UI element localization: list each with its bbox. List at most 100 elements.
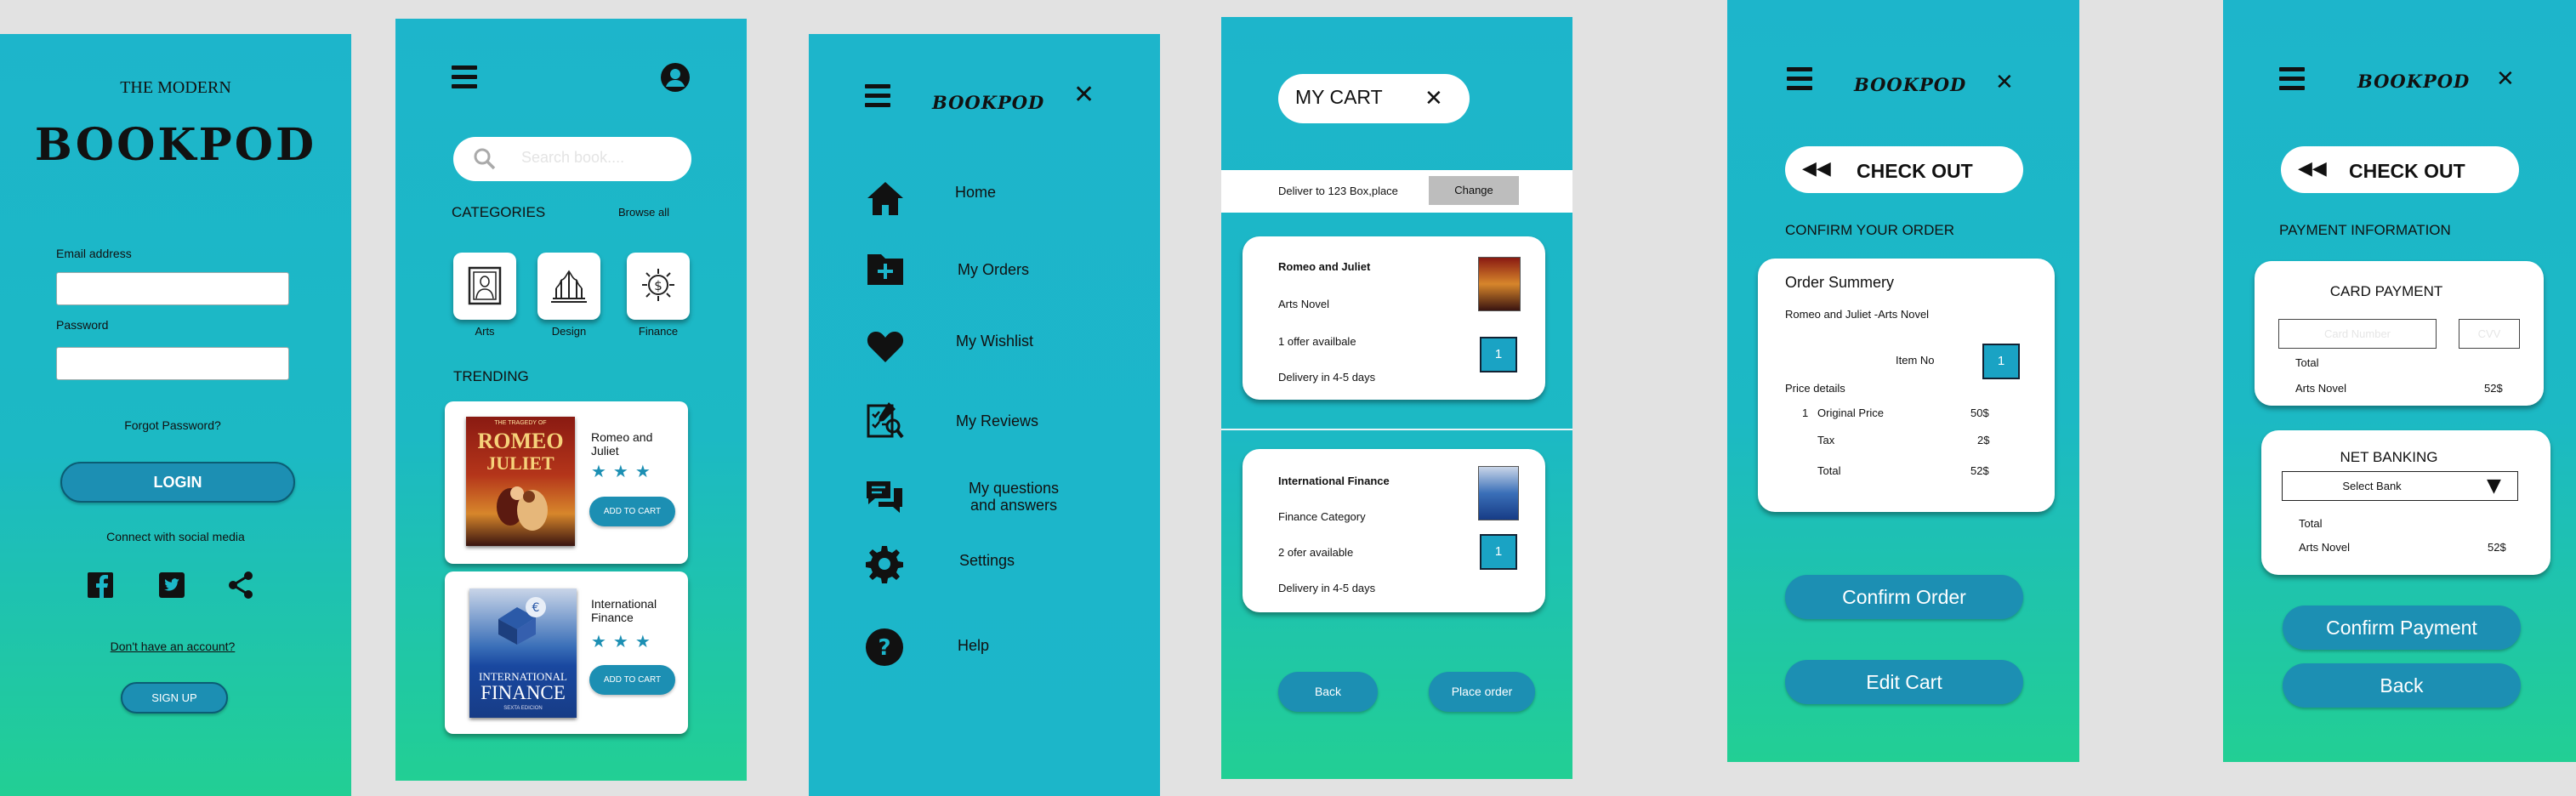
cover-title-mid: JULIET [486, 452, 554, 474]
cart-header: MY CART ✕ [1278, 74, 1470, 123]
twitter-icon[interactable] [158, 571, 185, 599]
help-icon[interactable]: ? [865, 628, 904, 667]
search-icon [472, 146, 498, 172]
signup-prompt-link[interactable]: Don't have an account? [0, 640, 345, 653]
add-to-cart-button[interactable]: ADD TO CART [589, 665, 675, 695]
select-bank-dropdown[interactable]: Select Bank ▼ [2282, 471, 2518, 501]
password-label: Password [56, 318, 109, 332]
menu-item-settings[interactable]: Settings [959, 552, 1015, 570]
email-field[interactable] [56, 272, 289, 305]
checkout-header-button[interactable]: ◀◀ CHECK OUT [1785, 146, 2023, 193]
category-design-card[interactable] [537, 253, 600, 320]
confirm-order-title: CONFIRM YOUR ORDER [1785, 222, 1954, 238]
category-finance-card[interactable]: $ [627, 253, 690, 320]
trending-title: TRENDING [453, 368, 529, 384]
cart-item-delivery: Delivery in 4-5 days [1278, 371, 1376, 384]
delivery-bar: Deliver to 123 Box,place Change [1221, 170, 1572, 213]
item-no-box[interactable]: 1 [1982, 344, 2020, 379]
card-number-placeholder: Card Number [2323, 327, 2391, 340]
trending-book-card[interactable]: € INTERNATIONAL FINANCE SEXTA EDICION In… [445, 571, 688, 734]
edit-cart-button[interactable]: Edit Cart [1785, 660, 2023, 704]
price-details-label: Price details [1785, 382, 1845, 395]
menu-item-help[interactable]: Help [958, 637, 989, 655]
net-total-label: Total [2299, 517, 2323, 530]
confirm-payment-button[interactable]: Confirm Payment [2283, 606, 2521, 650]
chat-icon[interactable] [865, 479, 904, 515]
romeo-juliet-cover[interactable]: THE TRAGEDY OF ROMEO JULIET [466, 417, 575, 546]
signup-button[interactable]: SIGN UP [121, 682, 228, 714]
chevron-down-icon: ▼ [2487, 475, 2501, 497]
divider [1221, 429, 1572, 430]
hamburger-menu-icon[interactable] [452, 65, 477, 89]
item-label: Arts Novel [2295, 382, 2346, 395]
rewind-icon: ◀◀ [2298, 158, 2327, 179]
cvv-placeholder: CVV [2477, 327, 2501, 340]
home-icon[interactable] [866, 180, 905, 216]
back-button[interactable]: Back [2283, 663, 2521, 708]
share-icon[interactable] [226, 570, 255, 600]
menu-item-my-reviews[interactable]: My Reviews [956, 412, 1038, 430]
category-finance-label: Finance [638, 325, 679, 338]
search-bar[interactable]: Search book.... [453, 137, 691, 181]
cart-item-delivery: Delivery in 4-5 days [1278, 582, 1376, 594]
place-order-button[interactable]: Place order [1429, 672, 1535, 712]
change-address-button[interactable]: Change [1429, 176, 1519, 205]
login-button[interactable]: LOGIN [60, 462, 295, 503]
gear-icon[interactable] [865, 544, 904, 583]
menu-screen: BOOKPOD ✕ Home My Orders My Wishlist My … [809, 34, 1160, 796]
facebook-icon[interactable] [87, 571, 114, 599]
menu-item-questions-answers[interactable]: My questions and answers [954, 480, 1073, 514]
price-row-value: 50$ [1970, 407, 1989, 419]
folder-plus-icon[interactable] [866, 251, 905, 287]
menu-item-my-wishlist[interactable]: My Wishlist [956, 333, 1033, 350]
cart-item-card: Romeo and Juliet Arts Novel 1 offer avai… [1243, 236, 1545, 400]
search-input[interactable]: Search book.... [521, 149, 624, 167]
price-row-value: 2$ [1977, 434, 1990, 446]
hamburger-menu-icon[interactable] [1787, 67, 1812, 91]
hamburger-menu-icon[interactable] [865, 84, 890, 108]
cart-title: MY CART [1295, 86, 1383, 108]
user-profile-icon[interactable] [660, 62, 691, 93]
review-icon[interactable] [865, 401, 904, 440]
price-row-label: Original Price [1817, 407, 1885, 419]
net-banking-card: NET BANKING Select Bank ▼ Total Arts Nov… [2261, 430, 2550, 575]
password-field[interactable] [56, 347, 289, 380]
quantity-box[interactable]: 1 [1480, 534, 1517, 570]
add-to-cart-button[interactable]: ADD TO CART [589, 497, 675, 526]
international-finance-thumbnail[interactable] [1478, 466, 1519, 520]
forgot-password-link[interactable]: Forgot Password? [0, 418, 345, 432]
cvv-input[interactable]: CVV [2459, 319, 2520, 349]
brand-logo: BOOKPOD [1854, 74, 1967, 95]
card-number-input[interactable]: Card Number [2278, 319, 2437, 349]
category-arts-label: Arts [475, 325, 495, 338]
browse-all-link[interactable]: Browse all [618, 206, 669, 219]
hamburger-menu-icon[interactable] [2279, 67, 2305, 91]
confirm-order-button[interactable]: Confirm Order [1785, 575, 2023, 619]
quantity-box[interactable]: 1 [1480, 337, 1517, 372]
heart-icon[interactable] [866, 328, 905, 364]
international-finance-cover[interactable]: € INTERNATIONAL FINANCE SEXTA EDICION [469, 588, 577, 718]
net-item-label: Arts Novel [2299, 541, 2350, 554]
close-icon[interactable]: ✕ [1073, 82, 1095, 108]
payment-screen: BOOKPOD ✕ ◀◀ CHECK OUT PAYMENT INFORMATI… [2223, 0, 2576, 762]
back-button[interactable]: Back [1278, 672, 1378, 712]
romeo-juliet-thumbnail[interactable] [1478, 257, 1521, 311]
menu-item-my-orders[interactable]: My Orders [958, 261, 1029, 279]
close-icon[interactable]: ✕ [2496, 66, 2515, 92]
close-icon[interactable]: ✕ [1424, 86, 1443, 111]
cover-title-mid: FINANCE [481, 682, 566, 703]
trending-book-card[interactable]: THE TRAGEDY OF ROMEO JULIET Romeo and Ju… [445, 401, 688, 564]
menu-item-home[interactable]: Home [955, 184, 996, 202]
price-row-label: Tax [1817, 434, 1835, 446]
category-arts-card[interactable] [453, 253, 516, 320]
cover-small-text: THE TRAGEDY OF [494, 420, 547, 426]
close-icon[interactable]: ✕ [1995, 70, 2014, 95]
checkout-header-button[interactable]: ◀◀ CHECK OUT [2281, 146, 2519, 193]
book-title: Romeo and Juliet [591, 430, 653, 458]
rating-stars: ★★★ [591, 461, 657, 481]
payment-info-title: PAYMENT INFORMATION [2279, 222, 2451, 238]
svg-text:?: ? [878, 635, 890, 661]
cover-title-top: ROMEO [477, 429, 564, 453]
cart-item-category: Arts Novel [1278, 298, 1329, 310]
cart-item-title: International Finance [1278, 475, 1390, 487]
